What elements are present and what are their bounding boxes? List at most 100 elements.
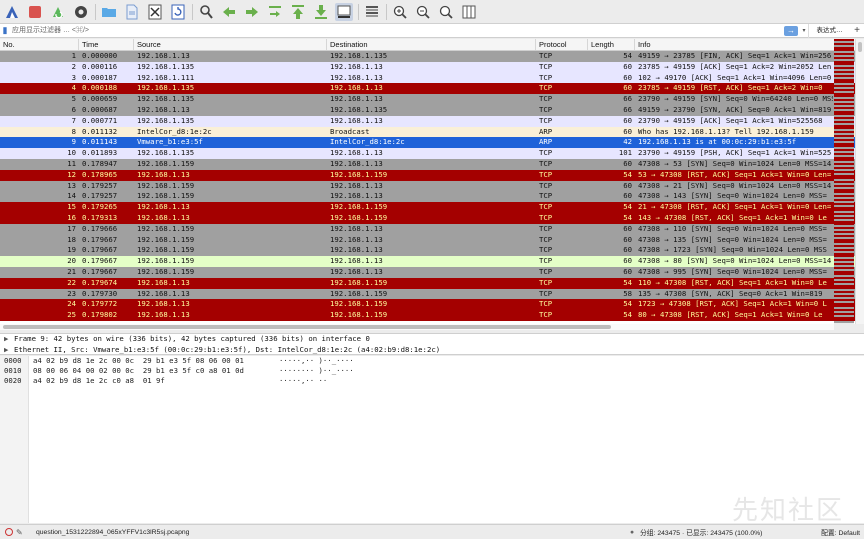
filter-dropdown-icon[interactable]: ▾ (800, 27, 808, 34)
byte-hex[interactable]: a4 02 b9 d8 1e 2c 00 0c 29 b1 e3 5f 08 0… (33, 356, 279, 366)
scrollbar-thumb[interactable] (3, 325, 611, 329)
display-filter-input[interactable] (10, 24, 784, 37)
bytes-row[interactable]: 0010 08 00 06 04 00 02 00 0c 29 b1 e3 5f … (0, 366, 864, 376)
cell-info: 47308 → 143 [SYN] Seq=0 Win=1024 Len=0 M… (638, 191, 827, 201)
cell-source: 192.168.1.111 (137, 72, 195, 82)
byte-ascii[interactable]: ·····,·· ·· (279, 376, 327, 386)
packet-row[interactable]: 13 0.179257 192.168.1.159 192.168.1.13 TCP 60… (0, 180, 864, 192)
detail-row-ethernet[interactable]: ▶ Ethernet II, Src: Vmware_b1:e3:5f (00:0… (0, 345, 864, 355)
packet-row[interactable]: 21 0.179667 192.168.1.159 192.168.1.13 TCP 60… (0, 266, 864, 278)
column-header-info[interactable]: Info (635, 39, 833, 50)
back-icon[interactable] (220, 3, 238, 21)
column-header-protocol[interactable]: Protocol (536, 39, 588, 50)
gear-icon[interactable] (72, 3, 90, 21)
shark-fin-icon[interactable] (3, 3, 21, 21)
packet-list-vscroll[interactable] (855, 39, 864, 324)
cell-info: 21 → 47308 [RST, ACK] Seq=1 Ack=1 Win=0 … (638, 202, 832, 212)
forward-icon[interactable] (243, 3, 261, 21)
column-header-time[interactable]: Time (79, 39, 134, 50)
cell-source: Vmware_b1:e3:5f (137, 137, 203, 147)
edit-comment-icon[interactable]: ✎ (16, 528, 26, 537)
cell-length: 58 (623, 288, 632, 298)
byte-hex[interactable]: 08 00 06 04 00 02 00 0c 29 b1 e3 5f c0 a… (33, 366, 279, 376)
cell-length: 60 (623, 115, 632, 125)
bytes-row[interactable]: 0020 a4 02 b9 d8 1e 2c c0 a8 01 9f ·····,·… (0, 376, 864, 386)
expand-triangle-icon[interactable]: ▶ (4, 334, 14, 345)
apply-arrow-icon[interactable]: → (784, 25, 798, 36)
packet-row[interactable]: 22 0.179674 192.168.1.13 192.168.1.159 TCP 54… (0, 277, 864, 289)
close-file-icon[interactable] (146, 3, 164, 21)
save-file-icon[interactable] (123, 3, 141, 21)
packet-row[interactable]: 10 0.011893 192.168.1.135 192.168.1.13 TCP 10… (0, 148, 864, 159)
packet-row[interactable]: 9 0.011143 Vmware_b1:e3:5f IntelCor_d8:1e:2… (0, 137, 864, 149)
cell-source: 192.168.1.159 (137, 180, 195, 190)
resize-columns-icon[interactable] (460, 3, 478, 21)
open-folder-icon[interactable] (100, 3, 118, 21)
status-profile[interactable]: 配置: Default (804, 527, 864, 537)
byte-offset: 0000 (4, 356, 22, 365)
cell-no: 10 (67, 148, 76, 158)
packet-row[interactable]: 17 0.179666 192.168.1.159 192.168.1.13 TCP 60… (0, 223, 864, 235)
byte-offset: 0020 (4, 376, 22, 385)
column-header-destination[interactable]: Destination (327, 39, 536, 50)
last-icon[interactable] (312, 3, 330, 21)
cell-no: 15 (67, 202, 76, 212)
zoom-in-icon[interactable] (391, 3, 409, 21)
packet-row[interactable]: 7 0.000771 192.168.1.135 192.168.1.13 TCP 60 2… (0, 115, 864, 127)
packet-row[interactable]: 15 0.179265 192.168.1.13 192.168.1.159 TCP 54… (0, 202, 864, 213)
add-filter-button[interactable]: + (850, 24, 864, 38)
packet-row[interactable]: 16 0.179313 192.168.1.13 192.168.1.159 TCP 54… (0, 212, 864, 224)
reload-icon[interactable] (169, 3, 187, 21)
packet-row[interactable]: 24 0.179772 192.168.1.13 192.168.1.159 TCP 54… (0, 299, 864, 311)
packet-row[interactable]: 19 0.179667 192.168.1.159 192.168.1.13 TCP 60… (0, 245, 864, 257)
packet-row[interactable]: 8 0.011132 IntelCor_d8:1e:2c Broadcast ARP 60… (0, 126, 864, 138)
byte-hex[interactable]: a4 02 b9 d8 1e 2c c0 a8 01 9f (33, 376, 279, 386)
column-header-no[interactable]: No. (0, 39, 79, 50)
zoom-out-icon[interactable] (414, 3, 432, 21)
packet-row[interactable]: 1 0.000000 192.168.1.13 192.168.1.135 TCP 54 4… (0, 51, 864, 62)
packet-row[interactable]: 18 0.179667 192.168.1.159 192.168.1.13 TCP 60… (0, 234, 864, 246)
zoom-reset-icon[interactable] (437, 3, 455, 21)
cell-info: 102 → 49170 [ACK] Seq=1 Ack=1 Win=4096 L… (638, 72, 832, 82)
expression-button[interactable]: 表达式… (808, 23, 850, 38)
byte-ascii[interactable]: ·····,·· )··_···· (279, 356, 354, 366)
packet-row[interactable]: 11 0.178947 192.168.1.159 192.168.1.13 TCP 60… (0, 158, 864, 170)
packet-minimap[interactable] (834, 39, 854, 324)
bytes-row[interactable]: 0000 a4 02 b9 d8 1e 2c 00 0c 29 b1 e3 5f … (0, 356, 864, 366)
column-header-length[interactable]: Length (588, 39, 635, 50)
stop-icon[interactable] (26, 3, 44, 21)
packet-row[interactable]: 14 0.179257 192.168.1.159 192.168.1.13 TCP 60… (0, 191, 864, 203)
packet-row[interactable]: 6 0.000687 192.168.1.13 192.168.1.135 TCP 66 4… (0, 104, 864, 116)
find-icon[interactable] (197, 3, 215, 21)
cell-source: 192.168.1.159 (137, 245, 195, 255)
expand-triangle-icon[interactable]: ▶ (4, 345, 14, 355)
packet-list-hscroll[interactable] (0, 324, 834, 330)
packet-row[interactable]: 2 0.000116 192.168.1.135 192.168.1.13 TCP 60 2… (0, 61, 864, 73)
packet-row[interactable]: 4 0.000188 192.168.1.135 192.168.1.13 TCP 60 2… (0, 83, 864, 95)
bookmark-icon[interactable]: ▮ (0, 24, 10, 38)
cell-info: Who has 192.168.1.13? Tell 192.168.1.159 (638, 126, 814, 136)
cell-info: 80 → 47308 [RST, ACK] Seq=1 Ack=1 Win=0 … (638, 310, 823, 320)
packet-row[interactable]: 5 0.000659 192.168.1.135 192.168.1.13 TCP 66 2… (0, 94, 864, 105)
restart-icon[interactable] (49, 3, 67, 21)
byte-ascii[interactable]: ········ )··_···· (279, 366, 354, 376)
column-header-source[interactable]: Source (134, 39, 327, 50)
detail-row-frame[interactable]: ▶ Frame 9: 42 bytes on wire (336 bits), 4… (0, 334, 864, 345)
cell-source: 192.168.1.159 (137, 256, 195, 266)
cell-protocol: TCP (539, 158, 553, 168)
packet-row[interactable]: 12 0.178965 192.168.1.13 192.168.1.159 TCP 54… (0, 169, 864, 181)
goto-icon[interactable] (266, 3, 284, 21)
first-icon[interactable] (289, 3, 307, 21)
autoscroll-icon[interactable] (335, 2, 353, 21)
cell-info: 1723 → 47308 [RST, ACK] Seq=1 Ack=1 Win=… (638, 299, 827, 309)
cell-no: 12 (67, 169, 76, 179)
packet-row[interactable]: 20 0.179667 192.168.1.159 192.168.1.13 TCP 60… (0, 256, 864, 267)
packet-row[interactable]: 23 0.179730 192.168.1.13 192.168.1.159 TCP 58… (0, 288, 864, 300)
scrollbar-thumb[interactable] (858, 42, 862, 52)
colorize-icon[interactable] (363, 3, 381, 21)
cell-protocol: TCP (539, 277, 553, 287)
capture-status-icon[interactable] (5, 528, 13, 536)
packet-row[interactable]: 25 0.179802 192.168.1.13 192.168.1.159 TCP 54… (0, 310, 864, 321)
cell-no: 7 (71, 115, 76, 125)
packet-row[interactable]: 3 0.000187 192.168.1.111 192.168.1.13 TCP 60 1… (0, 72, 864, 84)
